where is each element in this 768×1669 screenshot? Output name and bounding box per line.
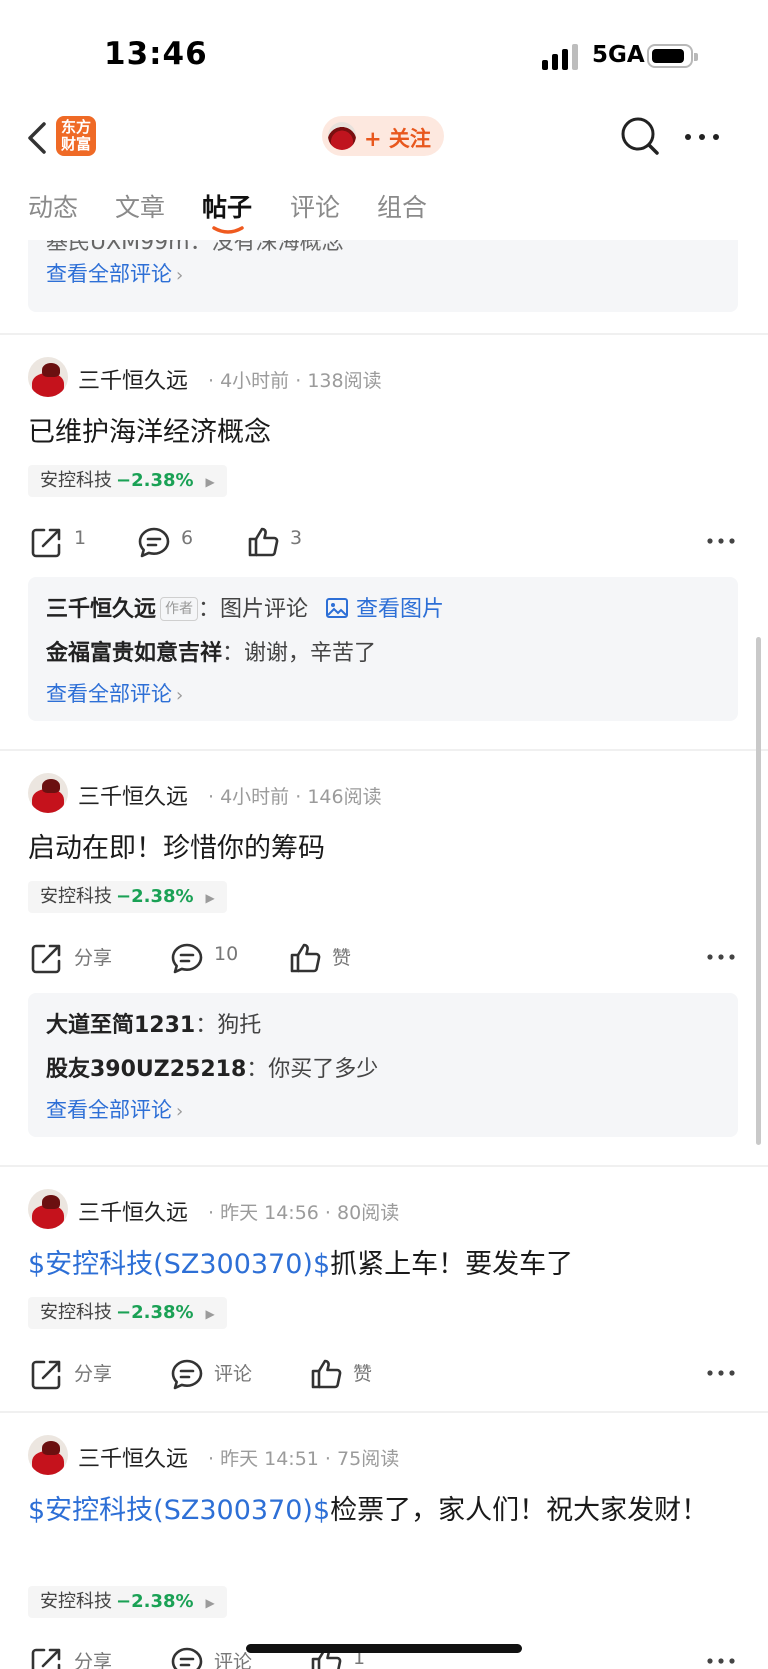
avatar[interactable] xyxy=(28,357,68,397)
stock-cashtag-link[interactable]: $安控科技(SZ300370)$ xyxy=(28,1495,330,1526)
stock-tag[interactable]: 安控科技 −2.38% ▶ xyxy=(28,1586,227,1618)
post-more-icon[interactable] xyxy=(706,945,736,969)
home-indicator[interactable] xyxy=(246,1644,522,1653)
comment-preview: 三千恒久远 作者 ：图片评论 查看图片 金福富贵如意吉祥：谢谢，辛苦了 查看全部评论… xyxy=(28,577,738,721)
post-text[interactable]: 已维护海洋经济概念 xyxy=(28,412,740,454)
view-all-comments-link[interactable]: 查看全部评论 › xyxy=(46,258,183,288)
post-actions: 1 6 3 xyxy=(0,521,768,561)
author-name[interactable]: 三千恒久远 xyxy=(78,1195,188,1227)
status-time: 13:46 xyxy=(104,36,208,72)
thumb-up-icon xyxy=(248,527,279,557)
divider xyxy=(0,1165,768,1167)
like-button[interactable]: 3 xyxy=(246,521,306,561)
tab-active-indicator xyxy=(212,226,244,234)
comment-line[interactable]: 大道至简1231：狗托 xyxy=(46,1007,261,1039)
stock-cashtag-link[interactable]: $安控科技(SZ300370)$ xyxy=(28,1249,330,1280)
post-actions: 分享 评论 赞 xyxy=(0,1353,768,1393)
stock-tag[interactable]: 安控科技 −2.38% ▶ xyxy=(28,465,227,497)
profile-tabs: 动态 文章 帖子 评论 组合 xyxy=(0,176,768,240)
network-label: 5GA xyxy=(592,42,645,68)
view-image-link[interactable]: 查看图片 xyxy=(315,597,444,622)
comment-icon xyxy=(138,527,170,558)
share-button[interactable]: 分享 xyxy=(30,1641,120,1669)
follow-button[interactable]: + 关注 xyxy=(322,116,444,156)
view-all-comments-link[interactable]: 查看全部评论 › xyxy=(46,678,183,708)
app-screen: 13:46 5GA 东方 财富 + 关注 动态 文章 帖子 评论 组合 基民UX… xyxy=(0,0,768,1669)
comment-icon xyxy=(171,1359,203,1390)
comment-icon xyxy=(171,943,203,974)
share-icon xyxy=(31,1360,61,1390)
tab-dynamics[interactable]: 动态 xyxy=(28,188,78,224)
back-icon[interactable] xyxy=(24,118,54,158)
post-more-icon[interactable] xyxy=(706,1361,736,1385)
share-icon xyxy=(31,1648,61,1669)
divider xyxy=(0,749,768,751)
post-actions: 分享 10 赞 xyxy=(0,937,768,977)
avatar[interactable] xyxy=(28,773,68,813)
comment-preview: 大道至简1231：狗托 股友390UZ25218：你买了多少 查看全部评论 › xyxy=(28,993,738,1137)
post-more-icon[interactable] xyxy=(706,1649,736,1669)
post-time: · 昨天 14:51 · 75阅读 xyxy=(208,1448,400,1470)
nav-bar: 东方 财富 + 关注 xyxy=(0,100,768,176)
tab-comments[interactable]: 评论 xyxy=(290,188,340,224)
follow-avatar xyxy=(328,122,356,150)
author-name[interactable]: 三千恒久远 xyxy=(78,363,188,395)
comment-button[interactable]: 评论 xyxy=(170,1353,260,1393)
share-button[interactable]: 分享 xyxy=(30,937,120,977)
more-icon[interactable] xyxy=(684,122,720,152)
status-bar: 13:46 5GA xyxy=(0,0,768,100)
share-button[interactable]: 分享 xyxy=(30,1353,120,1393)
comment-icon xyxy=(171,1647,203,1669)
post-more-icon[interactable] xyxy=(706,529,736,553)
view-all-comments-link[interactable]: 查看全部评论 › xyxy=(46,1094,183,1124)
tab-portfolio[interactable]: 组合 xyxy=(377,188,427,224)
comment-button[interactable]: 6 xyxy=(137,521,197,561)
thumb-up-icon xyxy=(311,1359,342,1389)
signal-icon xyxy=(542,44,580,70)
stock-tag[interactable]: 安控科技 −2.38% ▶ xyxy=(28,1297,227,1329)
like-button[interactable]: 赞 xyxy=(309,1353,379,1393)
avatar[interactable] xyxy=(28,1189,68,1229)
author-name[interactable]: 三千恒久远 xyxy=(78,1441,188,1473)
post-time: · 昨天 14:56 · 80阅读 xyxy=(208,1202,400,1224)
share-button[interactable]: 1 xyxy=(30,521,90,561)
like-button[interactable]: 赞 xyxy=(288,937,358,977)
thumb-up-icon xyxy=(290,943,321,973)
battery-icon xyxy=(647,44,698,68)
comment-line[interactable]: 股友390UZ25218：你买了多少 xyxy=(46,1051,378,1083)
post-time: · 4小时前 · 138阅读 xyxy=(208,370,382,392)
share-icon xyxy=(31,944,61,974)
post-time: · 4小时前 · 146阅读 xyxy=(208,786,382,808)
scrollbar[interactable] xyxy=(756,637,761,1145)
comment-line[interactable]: 三千恒久远 作者 ：图片评论 查看图片 xyxy=(46,591,444,623)
author-name[interactable]: 三千恒久远 xyxy=(78,779,188,811)
post-text[interactable]: $安控科技(SZ300370)$抓紧上车！要发车了 xyxy=(28,1244,740,1286)
tab-posts[interactable]: 帖子 xyxy=(202,188,252,224)
divider xyxy=(0,1411,768,1413)
post-feed: 基民UXM99m：没有深海概念 查看全部评论 › 三千恒久远 · 4小时前 · 1… xyxy=(0,240,768,1669)
post-text[interactable]: 启动在即！珍惜你的筹码 xyxy=(28,828,740,870)
stock-tag[interactable]: 安控科技 −2.38% ▶ xyxy=(28,881,227,913)
author-badge: 作者 xyxy=(160,597,199,621)
avatar[interactable] xyxy=(28,1435,68,1475)
app-logo: 东方 财富 xyxy=(56,116,96,156)
tab-articles[interactable]: 文章 xyxy=(115,188,165,224)
search-icon[interactable] xyxy=(620,114,660,158)
image-icon xyxy=(326,598,349,618)
follow-label: + 关注 xyxy=(364,127,431,151)
divider xyxy=(0,333,768,335)
post-text[interactable]: $安控科技(SZ300370)$检票了，家人们！祝大家发财！ xyxy=(28,1490,740,1532)
comment-line[interactable]: 金福富贵如意吉祥：谢谢，辛苦了 xyxy=(46,635,376,667)
share-icon xyxy=(31,528,61,558)
comment-preview: 基民UXM99m：没有深海概念 查看全部评论 › xyxy=(28,240,738,312)
comment-line: 基民UXM99m：没有深海概念 xyxy=(46,240,344,255)
comment-button[interactable]: 10 xyxy=(170,937,240,977)
